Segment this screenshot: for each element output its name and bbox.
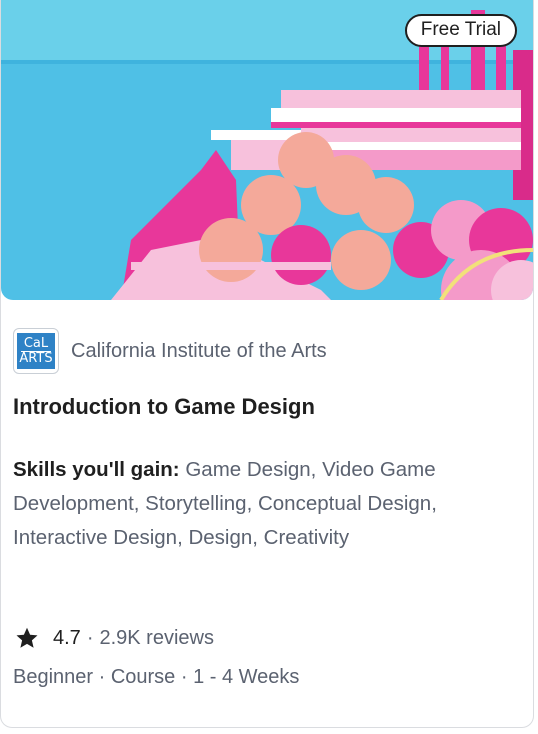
course-meta: Beginner · Course · 1 - 4 Weeks [13,666,300,688]
skills-label: Skills you'll gain: [13,458,180,481]
partner-name: California Institute of the Arts [71,339,327,362]
logo-text-top: CaL [20,336,52,352]
review-count: 2.9K reviews [99,626,214,649]
course-hero-image[interactable]: Free Trial [1,0,533,300]
free-trial-badge: Free Trial [404,14,517,47]
skills-text: Skills you'll gain: Game Design, Video G… [13,453,513,555]
course-title[interactable]: Introduction to Game Design [13,394,315,420]
calarts-logo: CaL ARTS [13,328,59,374]
course-card[interactable]: Free Trial CaL ARTS California Institute… [0,0,534,728]
rating-separator: · [86,626,94,649]
star-icon [16,627,38,648]
rating-score: 4.7 [53,626,81,649]
rating-row: 4.7 · 2.9K reviews [15,626,214,650]
logo-text-bottom: ARTS [19,350,53,366]
partner-row: CaL ARTS California Institute of the Art… [13,328,327,374]
